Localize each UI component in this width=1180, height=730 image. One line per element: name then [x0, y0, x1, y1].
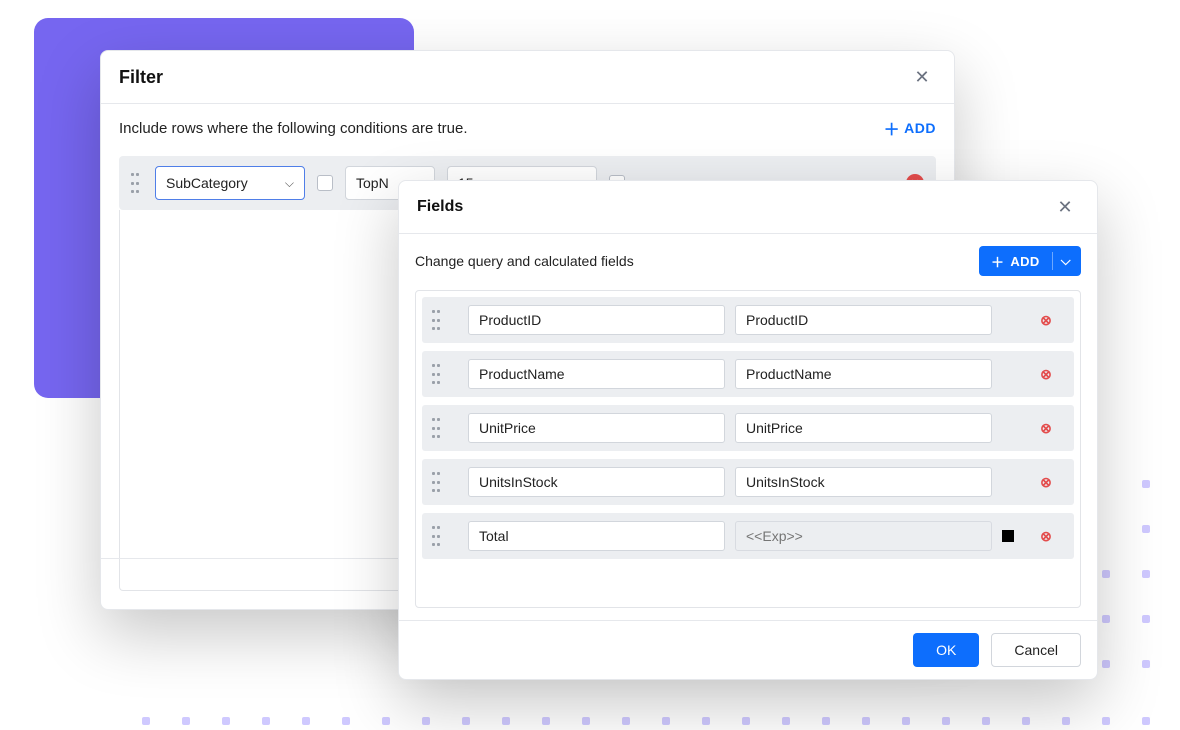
field-name-input[interactable] [468, 413, 725, 443]
condition-checkbox-1[interactable] [317, 175, 333, 191]
remove-field-button[interactable]: ⊗ [1038, 366, 1054, 382]
drag-handle-icon[interactable] [432, 310, 444, 330]
field-alias-input[interactable] [735, 521, 992, 551]
field-name-input[interactable] [468, 467, 725, 497]
field-alias-input[interactable] [735, 467, 992, 497]
field-row: ⊗ [422, 351, 1074, 397]
remove-field-button[interactable]: ⊗ [1038, 474, 1054, 490]
remove-field-button[interactable]: ⊗ [1038, 420, 1054, 436]
field-name-input[interactable] [468, 305, 725, 335]
expression-indicator-icon[interactable] [1002, 530, 1014, 542]
close-icon[interactable]: ✕ [1051, 193, 1079, 221]
drag-handle-icon[interactable] [131, 173, 143, 193]
filter-dialog-title: Filter [119, 67, 163, 88]
remove-field-button[interactable]: ⊗ [1038, 312, 1054, 328]
field-row: ⊗ [422, 459, 1074, 505]
remove-field-button[interactable]: ⊗ [1038, 528, 1054, 544]
add-condition-button[interactable]: ＋ ADD [884, 116, 936, 140]
drag-handle-icon[interactable] [432, 472, 444, 492]
field-row: ⊗ [422, 513, 1074, 559]
close-icon[interactable]: ✕ [908, 63, 936, 91]
button-separator [1052, 252, 1053, 270]
field-select[interactable]: SubCategory ⌵ [155, 166, 305, 200]
chevron-down-icon: ⌵ [1061, 253, 1071, 269]
drag-handle-icon[interactable] [432, 364, 444, 384]
field-alias-input[interactable] [735, 413, 992, 443]
fields-dialog-footer: OK Cancel [399, 620, 1097, 679]
fields-caption: Change query and calculated fields [415, 253, 634, 269]
add-condition-label: ADD [904, 120, 936, 136]
fields-dialog-title: Fields [417, 198, 463, 216]
add-field-button[interactable]: ＋ ADD ⌵ [979, 246, 1081, 276]
filter-toolbar: Include rows where the following conditi… [101, 104, 954, 152]
field-select-value: SubCategory [166, 175, 248, 191]
decorative-dots [110, 712, 1150, 730]
fields-dialog: Fields ✕ Change query and calculated fie… [398, 180, 1098, 680]
add-field-label: ADD [1010, 254, 1039, 269]
field-alias-input[interactable] [735, 305, 992, 335]
plus-icon: ＋ [884, 116, 901, 140]
chevron-down-icon: ⌵ [285, 176, 294, 191]
fields-dialog-header: Fields ✕ [399, 181, 1097, 234]
ok-button[interactable]: OK [913, 633, 979, 667]
field-row: ⊗ [422, 405, 1074, 451]
field-row: ⊗ [422, 297, 1074, 343]
operator-select-value: TopN [356, 175, 389, 191]
fields-list: ⊗ ⊗ ⊗ ⊗ ⊗ [415, 290, 1081, 608]
cancel-button[interactable]: Cancel [991, 633, 1081, 667]
plus-icon: ＋ [991, 252, 1004, 271]
drag-handle-icon[interactable] [432, 526, 444, 546]
filter-caption: Include rows where the following conditi… [119, 120, 468, 137]
field-alias-input[interactable] [735, 359, 992, 389]
field-name-input[interactable] [468, 521, 725, 551]
drag-handle-icon[interactable] [432, 418, 444, 438]
filter-dialog-header: Filter ✕ [101, 51, 954, 104]
fields-toolbar: Change query and calculated fields ＋ ADD… [399, 234, 1097, 288]
field-name-input[interactable] [468, 359, 725, 389]
